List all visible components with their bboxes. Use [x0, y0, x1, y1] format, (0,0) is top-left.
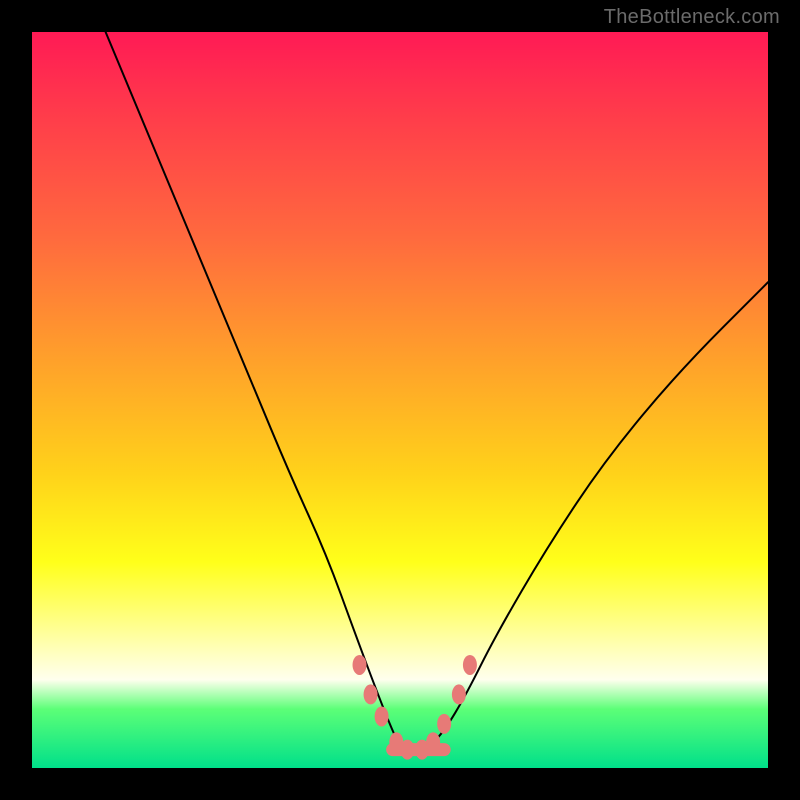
curve-path: [106, 32, 768, 753]
curve-marker: [375, 706, 389, 726]
chart-frame: TheBottleneck.com: [0, 0, 800, 800]
chart-plot-area: [32, 32, 768, 768]
curve-marker: [364, 684, 378, 704]
bottleneck-curve: [32, 32, 768, 768]
curve-marker: [452, 684, 466, 704]
curve-marker: [463, 655, 477, 675]
curve-marker: [353, 655, 367, 675]
curve-marker: [437, 714, 451, 734]
curve-marker: [400, 740, 414, 760]
watermark-text: TheBottleneck.com: [604, 6, 780, 29]
curve-marker: [426, 732, 440, 752]
